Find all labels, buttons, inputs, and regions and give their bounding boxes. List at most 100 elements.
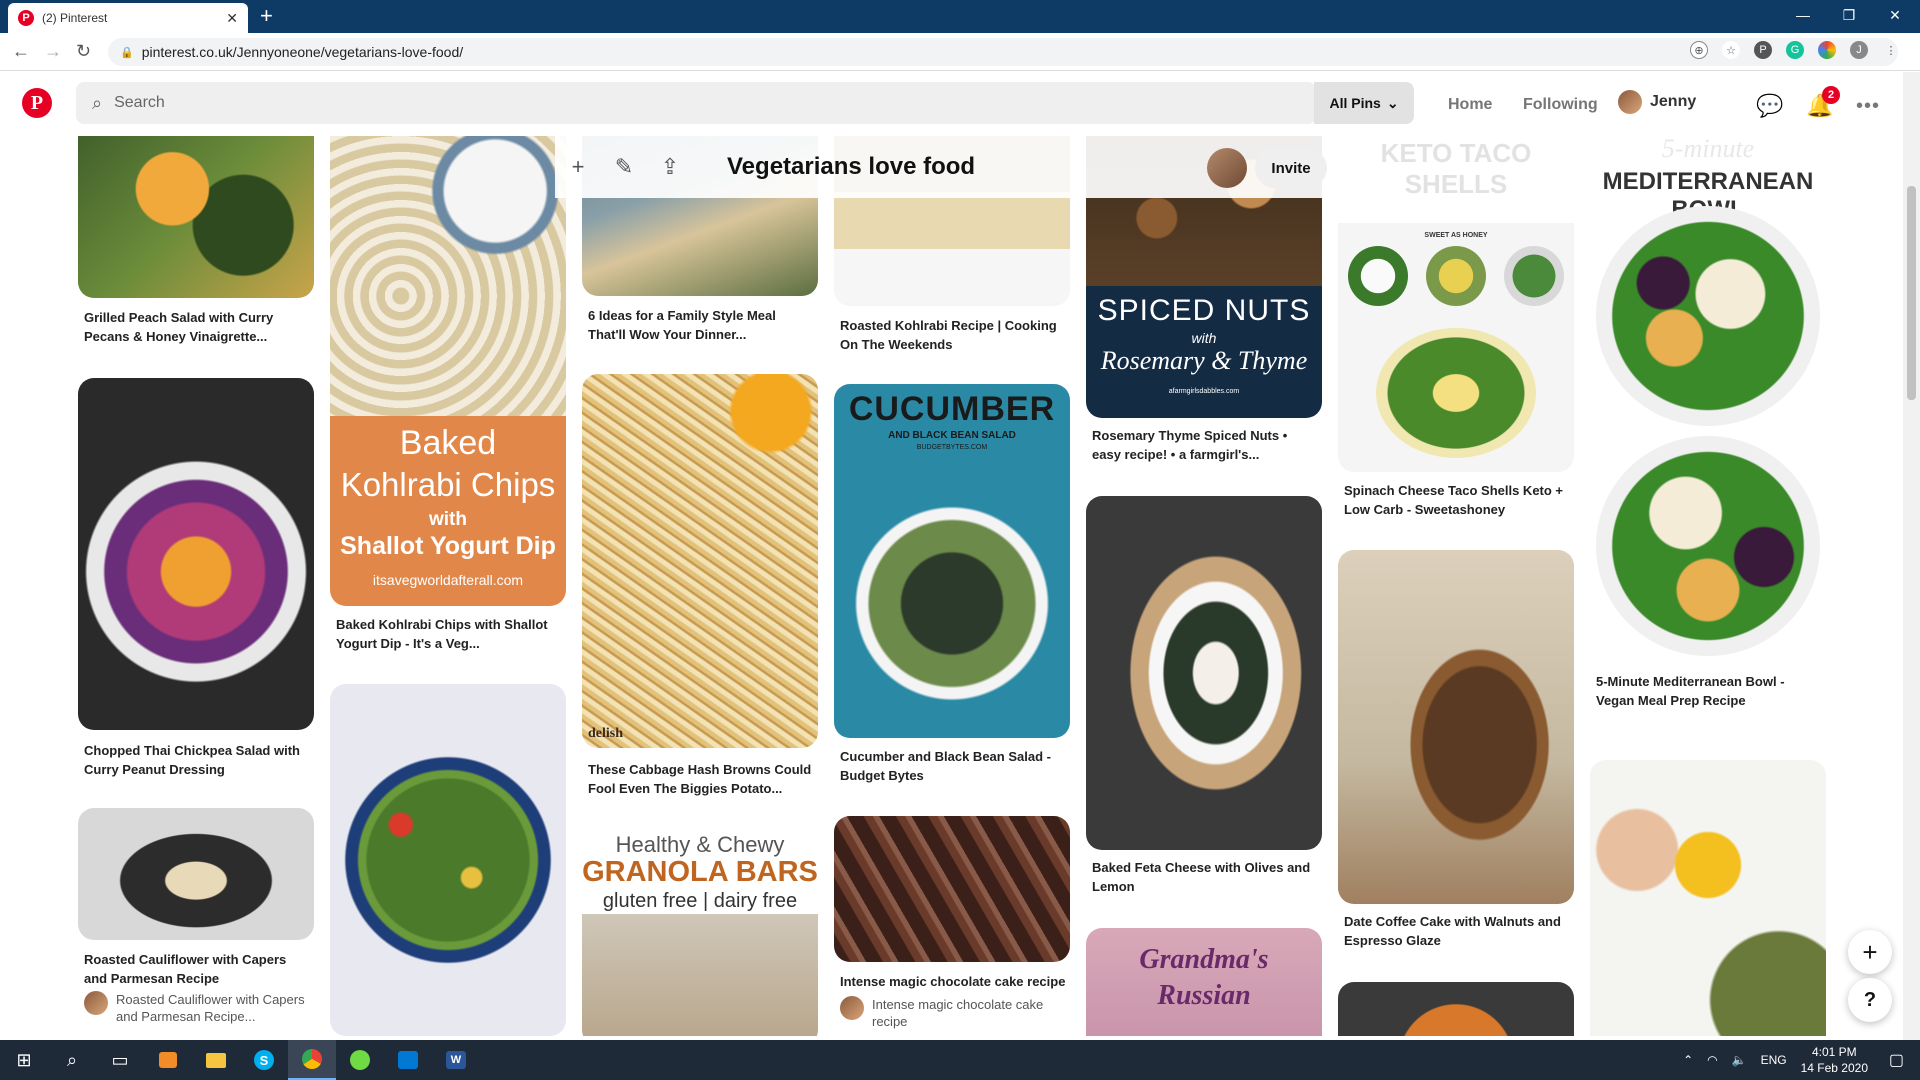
messages-icon[interactable]: 💬 xyxy=(1756,92,1784,120)
menu-dots-icon[interactable]: ⋮ xyxy=(1882,41,1900,59)
upwork-icon[interactable] xyxy=(336,1040,384,1080)
pin-title[interactable]: 6 Ideas for a Family Style Meal That'll … xyxy=(588,306,814,344)
skype-icon[interactable]: S xyxy=(240,1040,288,1080)
grammarly-extension-icon[interactable]: G xyxy=(1786,41,1804,59)
pin-image[interactable] xyxy=(1338,550,1574,904)
pin-overlay-text: Baked xyxy=(399,424,497,462)
back-icon[interactable]: ← xyxy=(12,41,30,62)
pin-title[interactable]: Baked Kohlrabi Chips with Shallot Yogurt… xyxy=(336,615,562,653)
search-filter-dropdown[interactable]: All Pins ⌄ xyxy=(1314,82,1414,124)
word-icon[interactable]: W xyxy=(432,1040,480,1080)
avatar xyxy=(1207,148,1247,188)
windows-start-icon[interactable]: ⊞ xyxy=(0,1040,48,1080)
share-upload-icon[interactable]: ⇪ xyxy=(647,154,693,180)
bookmark-star-icon[interactable]: ☆ xyxy=(1722,41,1740,59)
task-view-icon[interactable]: ▭ xyxy=(96,1040,144,1080)
pinterest-favicon-icon: P xyxy=(18,10,34,26)
pinterest-logo-icon[interactable]: P xyxy=(22,88,52,118)
pin-overlay-text: Kohlrabi Chips xyxy=(340,466,556,503)
pin-overlay-text: SPICED NUTS xyxy=(1097,294,1311,327)
reload-icon[interactable]: ↻ xyxy=(76,41,91,62)
pin-image[interactable] xyxy=(78,378,314,730)
avatar xyxy=(840,996,864,1020)
pin-title[interactable]: Grilled Peach Salad with Curry Pecans & … xyxy=(84,308,310,346)
chrome-icon[interactable] xyxy=(288,1040,336,1080)
pin-overlay-text: Shallot Yogurt Dip xyxy=(340,532,556,560)
invite-button[interactable]: Invite xyxy=(1255,148,1327,188)
browser-tab[interactable]: P (2) Pinterest ✕ xyxy=(8,3,248,33)
chevron-up-icon[interactable]: ⌃ xyxy=(1683,1053,1693,1067)
filter-label: All Pins xyxy=(1329,95,1381,111)
url-field[interactable]: 🔒 pinterest.co.uk/Jennyoneone/vegetarian… xyxy=(108,38,1898,66)
outlook-icon[interactable] xyxy=(384,1040,432,1080)
add-button[interactable]: + xyxy=(1848,930,1892,974)
search-input[interactable]: ⌕ Search xyxy=(76,82,1316,124)
minimize-icon[interactable]: — xyxy=(1780,0,1826,30)
search-icon: ⌕ xyxy=(92,92,103,113)
pin-image[interactable]: Healthy & Chewy GRANOLA BARS gluten free… xyxy=(582,826,818,1036)
file-explorer-icon[interactable] xyxy=(192,1040,240,1080)
media-player-icon[interactable] xyxy=(144,1040,192,1080)
add-pin-icon[interactable]: + xyxy=(555,154,601,180)
scrollbar-thumb[interactable] xyxy=(1907,186,1916,400)
pin-title[interactable]: Cucumber and Black Bean Salad - Budget B… xyxy=(840,747,1066,785)
help-button[interactable]: ? xyxy=(1848,978,1892,1022)
edit-pencil-icon[interactable]: ✎ xyxy=(601,154,647,180)
notification-center-icon[interactable]: ▢ xyxy=(1889,1050,1904,1070)
new-tab-button[interactable]: + xyxy=(260,4,273,28)
pin-image[interactable] xyxy=(1086,496,1322,850)
pin-image[interactable]: delish xyxy=(582,374,818,748)
pin-image[interactable]: KETO TACO SHELLS SWEET AS HONEY xyxy=(1338,136,1574,472)
pin-title[interactable]: Baked Feta Cheese with Olives and Lemon xyxy=(1092,858,1318,896)
page-scrollbar[interactable] xyxy=(1903,72,1920,1040)
volume-icon[interactable]: 🔈 xyxy=(1732,1053,1747,1067)
pin-image[interactable]: CUCUMBER AND BLACK BEAN SALAD BUDGETBYTE… xyxy=(834,384,1070,738)
pin-image[interactable]: Baked Kohlrabi Chips with Shallot Yogurt… xyxy=(330,136,566,606)
notifications-icon[interactable]: 🔔 2 xyxy=(1806,86,1840,120)
pin-title[interactable]: 5-Minute Mediterranean Bowl - Vegan Meal… xyxy=(1596,672,1822,710)
user-profile-link[interactable]: Jenny xyxy=(1618,90,1696,114)
extension-icon[interactable] xyxy=(1818,41,1836,59)
pin-image[interactable] xyxy=(78,136,314,298)
pinterest-extension-icon[interactable]: P xyxy=(1754,41,1772,59)
search-icon[interactable]: ⌕ xyxy=(48,1040,96,1080)
avatar xyxy=(84,991,108,1015)
pin-title[interactable]: Date Coffee Cake with Walnuts and Espres… xyxy=(1344,912,1570,950)
language-indicator[interactable]: ENG xyxy=(1761,1053,1787,1067)
pin-image[interactable] xyxy=(834,816,1070,962)
saved-by: Roasted Cauliflower with Capers and Parm… xyxy=(84,991,310,1025)
pin-title[interactable]: Roasted Kohlrabi Recipe | Cooking On The… xyxy=(840,316,1066,354)
add-site-icon[interactable]: ⊕ xyxy=(1690,41,1708,59)
more-options-icon[interactable]: ••• xyxy=(1854,92,1882,120)
nav-home[interactable]: Home xyxy=(1448,96,1492,114)
board-grid: + ✎ ⇪ Vegetarians love food Invite Grill… xyxy=(0,136,1900,1036)
close-window-icon[interactable]: ✕ xyxy=(1872,0,1918,30)
pin-image[interactable] xyxy=(78,808,314,940)
pin-title[interactable]: Intense magic chocolate cake recipe xyxy=(840,972,1066,991)
pin-image[interactable] xyxy=(1590,760,1826,1036)
pin-image[interactable]: 5-minute MEDITERRANEAN BOWL xyxy=(1590,136,1826,664)
avatar xyxy=(1618,90,1642,114)
pin-overlay-text: itsavegworldafterall.com xyxy=(372,572,524,588)
pin-title[interactable]: These Cabbage Hash Browns Could Fool Eve… xyxy=(588,760,814,798)
profile-icon[interactable]: J xyxy=(1850,41,1868,59)
clock[interactable]: 4:01 PM 14 Feb 2020 xyxy=(1801,1044,1868,1076)
pin-title[interactable]: Roasted Cauliflower with Capers and Parm… xyxy=(84,950,310,988)
restore-icon[interactable]: ❐ xyxy=(1826,0,1872,30)
pin-image[interactable]: Grandma's Russian xyxy=(1086,928,1322,1036)
pin-image[interactable] xyxy=(1338,982,1574,1036)
wifi-icon[interactable]: ◠ xyxy=(1707,1053,1717,1067)
pin-overlay-text: Healthy & Chewy xyxy=(615,832,785,857)
windows-taskbar: ⊞ ⌕ ▭ S W ⌃ ◠ 🔈 ENG 4:01 PM 14 Feb 2020 … xyxy=(0,1040,1920,1080)
pin-title[interactable]: Spinach Cheese Taco Shells Keto + Low Ca… xyxy=(1344,481,1570,519)
saved-by: Intense magic chocolate cake recipe xyxy=(840,996,1066,1030)
pin-title[interactable]: Chopped Thai Chickpea Salad with Curry P… xyxy=(84,741,310,779)
pin-overlay-text: Grandma's xyxy=(1139,944,1269,975)
system-tray: ⌃ ◠ 🔈 ENG 4:01 PM 14 Feb 2020 xyxy=(1683,1040,1868,1080)
tab-close-icon[interactable]: ✕ xyxy=(226,10,238,27)
pin-overlay-text: CUCUMBER xyxy=(848,390,1056,428)
forward-icon[interactable]: → xyxy=(44,41,62,62)
nav-following[interactable]: Following xyxy=(1523,96,1598,114)
pin-image[interactable] xyxy=(330,684,566,1036)
pin-title[interactable]: Rosemary Thyme Spiced Nuts • easy recipe… xyxy=(1092,426,1318,464)
